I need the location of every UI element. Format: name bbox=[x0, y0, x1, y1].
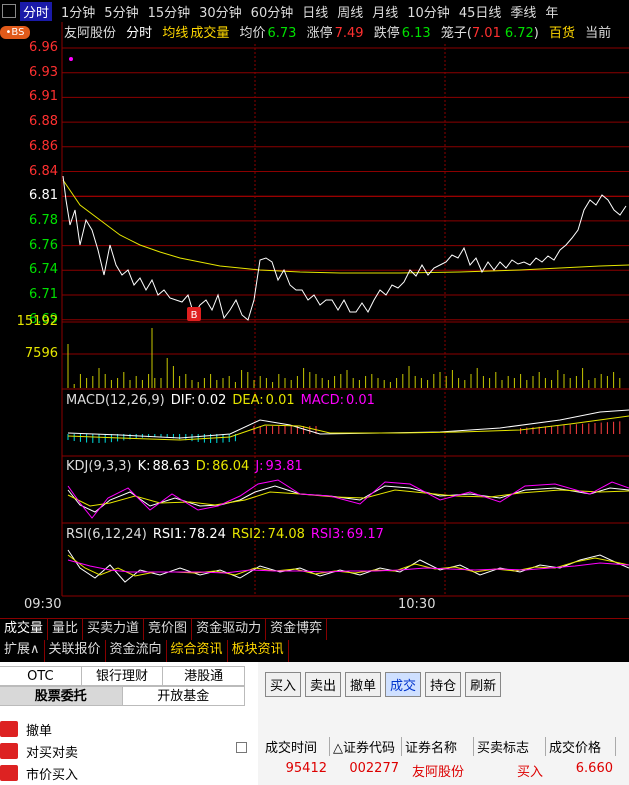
account-type-tabs: OTC 银行理财 港股通 股票委托 开放基金 bbox=[0, 666, 246, 706]
macd-title: MACD(12,26,9) bbox=[66, 393, 165, 408]
orders-pane: 买入 卖出 撤单 成交 持仓 刷新 成交时间 △证券代码 证券名称 买卖标志 成交价格 95412… bbox=[258, 662, 629, 785]
dif-value: 0.02 bbox=[197, 393, 227, 408]
info-tab[interactable]: 板块资讯 bbox=[228, 640, 289, 662]
toolbar-button[interactable]: 撤单 bbox=[345, 672, 382, 697]
cell-code: 002277 bbox=[349, 761, 399, 776]
j-label: J: bbox=[255, 459, 264, 474]
trade-toolbar: 买入 卖出 撤单 成交 持仓 刷新 bbox=[265, 672, 505, 697]
account-tab[interactable]: 港股通 bbox=[162, 666, 246, 686]
info-tab[interactable]: 扩展∧ bbox=[0, 640, 45, 662]
rsi2-label: RSI2: bbox=[231, 527, 266, 542]
cell-side: 买入 bbox=[516, 765, 543, 780]
marker-dot bbox=[69, 57, 73, 61]
time-label-mid: 10:30 bbox=[398, 597, 436, 612]
command-label: 对买对卖 bbox=[26, 745, 79, 761]
rsi1-label: RSI1: bbox=[152, 527, 187, 542]
indicator-tab[interactable]: 买卖力道 bbox=[83, 619, 145, 640]
indicator-tab[interactable]: 量比 bbox=[48, 619, 84, 640]
trade-panel: OTC 银行理财 港股通 股票委托 开放基金 撤单 对买对卖 市价买入 买入 卖出 撤单 成交持… bbox=[0, 662, 629, 785]
k-value: 88.63 bbox=[152, 459, 190, 474]
column-header[interactable]: △证券代码 bbox=[330, 737, 402, 756]
indicator-tab[interactable]: 成交量 bbox=[0, 619, 49, 640]
rsi2-value: 74.08 bbox=[267, 527, 305, 542]
column-header[interactable]: 成交价格 bbox=[546, 737, 616, 756]
svg-text:B: B bbox=[191, 310, 198, 321]
dif-label: DIF: bbox=[170, 393, 196, 408]
command-icon bbox=[0, 721, 18, 737]
macd-label: MACD(12,26,9) DIF: 0.02 DEA: 0.01 MACD: 0.01 bbox=[66, 393, 381, 408]
cell-price: 6.660 bbox=[575, 761, 613, 776]
command-label: 撤单 bbox=[26, 723, 53, 739]
j-value: 93.81 bbox=[265, 459, 303, 474]
table-row[interactable]: 95412 002277 友阿股份 买入 6.660 bbox=[262, 761, 616, 780]
macd-label-key: MACD: bbox=[300, 393, 344, 408]
indicator-tab[interactable]: 资金驱动力 bbox=[192, 619, 267, 640]
toolbar-button[interactable]: 卖出 bbox=[305, 672, 342, 697]
kdj-label: KDJ(9,3,3) K: 88.63 D: 86.04 J: 93.81 bbox=[66, 459, 309, 474]
dea-value: 0.01 bbox=[265, 393, 295, 408]
indicator-tabs: 成交量 量比 买卖力道 竞价图 资金驱动力 资金博弈 bbox=[0, 618, 629, 640]
j-line bbox=[67, 479, 629, 519]
column-header[interactable]: 成交时间 bbox=[262, 737, 330, 756]
d-value: 86.04 bbox=[212, 459, 250, 474]
command-icon bbox=[0, 743, 18, 759]
rsi3-label: RSI3: bbox=[310, 527, 345, 542]
rsi1-line bbox=[67, 549, 629, 583]
k-label: K: bbox=[137, 459, 151, 474]
buy-marker: B bbox=[187, 307, 201, 321]
intraday-chart: B bbox=[61, 22, 629, 597]
cell-time: 95412 bbox=[285, 761, 327, 776]
command-list: 撤单对买对卖市价买入 bbox=[0, 718, 100, 784]
info-tab[interactable]: 资金流向 bbox=[106, 640, 167, 662]
account-tab[interactable]: 银行理财 bbox=[80, 666, 164, 686]
toolbar-button[interactable]: 买入 bbox=[265, 672, 302, 697]
account-tab[interactable]: OTC bbox=[0, 666, 82, 686]
command-item[interactable]: 市价买入 bbox=[0, 762, 100, 784]
rsi-label: RSI(6,12,24) RSI1: 78.24 RSI2: 74.08 RSI3: 69.… bbox=[66, 527, 390, 542]
table-header: 成交时间 △证券代码 证券名称 买卖标志 成交价格 bbox=[262, 737, 616, 756]
rsi1-value: 78.24 bbox=[188, 527, 226, 542]
toolbar-button[interactable]: 刷新 bbox=[465, 672, 502, 697]
rsi-title: RSI(6,12,24) bbox=[66, 527, 147, 542]
cell-name: 友阿股份 bbox=[411, 765, 464, 780]
rsi3-value: 69.17 bbox=[346, 527, 384, 542]
macd-value: 0.01 bbox=[345, 393, 375, 408]
info-tabs: 扩展∧ 关联报价 资金流向 综合资讯 板块资讯 bbox=[0, 640, 629, 662]
command-icon bbox=[0, 765, 18, 781]
dif-line bbox=[67, 409, 629, 439]
toolbar-button[interactable]: 持仓 bbox=[425, 672, 462, 697]
account-tab[interactable]: 开放基金 bbox=[121, 686, 245, 706]
indicator-tab[interactable]: 资金博弈 bbox=[266, 619, 328, 640]
indicator-tab[interactable]: 竞价图 bbox=[144, 619, 193, 640]
dea-label: DEA: bbox=[232, 393, 264, 408]
checkbox[interactable] bbox=[236, 742, 247, 753]
info-tab[interactable]: 关联报价 bbox=[45, 640, 106, 662]
account-tab[interactable]: 股票委托 bbox=[0, 686, 123, 706]
time-label-start: 09:30 bbox=[24, 597, 62, 612]
avg-price-line bbox=[62, 179, 629, 274]
kdj-title: KDJ(9,3,3) bbox=[66, 459, 132, 474]
d-label: D: bbox=[195, 459, 211, 474]
info-tab[interactable]: 综合资讯 bbox=[167, 640, 228, 662]
command-item[interactable]: 撤单 bbox=[0, 718, 100, 740]
column-header[interactable]: 证券名称 bbox=[402, 737, 474, 756]
rsi3-line bbox=[67, 559, 629, 574]
column-header[interactable]: 买卖标志 bbox=[474, 737, 546, 756]
toolbar-button[interactable]: 成交 bbox=[385, 672, 422, 697]
command-item[interactable]: 对买对卖 bbox=[0, 740, 100, 762]
command-label: 市价买入 bbox=[26, 767, 79, 783]
